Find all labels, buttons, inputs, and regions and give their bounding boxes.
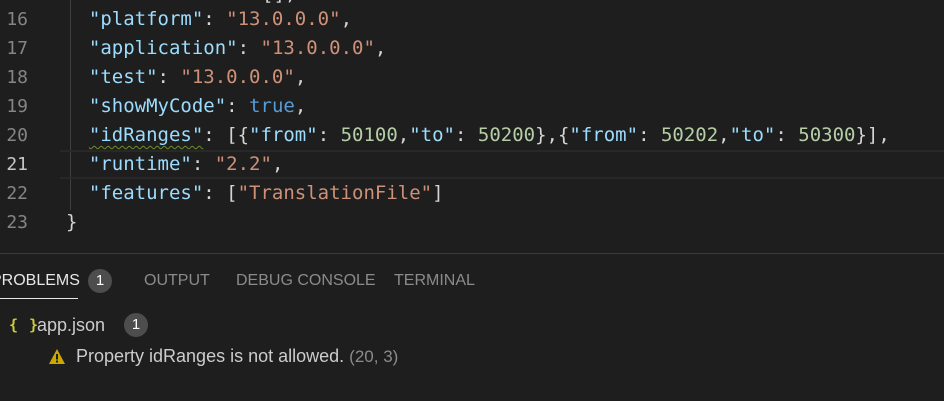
code-text: "platform": "13.0.0.0", xyxy=(66,5,352,34)
tab-output[interactable]: OUTPUT xyxy=(144,270,210,292)
line-number: 20 xyxy=(6,125,28,146)
code-text: } xyxy=(66,208,77,237)
code-token: "13.0.0.0" xyxy=(180,66,295,88)
code-token: : xyxy=(237,37,261,59)
code-token: , xyxy=(340,8,353,30)
code-token: "showMyCode" xyxy=(88,95,227,117)
code-token: "runtime" xyxy=(88,153,192,175)
code-text: "application": "13.0.0.0", xyxy=(66,34,386,63)
vscode-window: [], 16 "platform": "13.0.0.0",17 "applic… xyxy=(0,0,944,401)
code-token: } xyxy=(66,211,78,233)
code-token: : [ xyxy=(203,182,238,204)
problem-file-row[interactable]: { } app.json 1 xyxy=(0,310,944,340)
code-token: "platform" xyxy=(88,8,204,30)
tab-problems[interactable]: PROBLEMS xyxy=(0,270,80,292)
code-token: "13.0.0.0" xyxy=(260,37,375,59)
code-line[interactable]: 23} xyxy=(0,208,944,237)
problem-message: Property idRanges is not allowed. xyxy=(76,346,345,366)
code-token: "application" xyxy=(88,37,238,59)
line-number: 16 xyxy=(6,9,28,30)
code-text: "runtime": "2.2", xyxy=(66,150,284,179)
code-line[interactable]: 17 "application": "13.0.0.0", xyxy=(0,34,944,63)
problem-file-name: app.json xyxy=(37,315,106,335)
code-token: "features" xyxy=(88,182,204,204)
code-text: "showMyCode": true, xyxy=(66,92,306,121)
code-token: : xyxy=(191,153,215,175)
code-token: : xyxy=(157,66,181,88)
active-tab-indicator xyxy=(0,298,78,299)
code-token: "TranslationFile" xyxy=(237,182,433,204)
code-token: "from" xyxy=(569,124,639,146)
code-token: : [{ xyxy=(203,124,250,146)
code-token: "to" xyxy=(729,124,776,146)
code-token: : xyxy=(638,124,661,146)
code-token: "to" xyxy=(409,124,455,146)
problem-location: (20, 3) xyxy=(349,347,399,366)
warning-icon xyxy=(49,349,65,364)
code-token: "13.0.0.0" xyxy=(226,8,341,30)
line-number: 22 xyxy=(6,183,28,204)
file-problem-count-badge: 1 xyxy=(124,313,148,337)
code-token: : xyxy=(775,124,799,146)
tab-debug-console[interactable]: DEBUG CONSOLE xyxy=(236,270,376,292)
code-token: },{ xyxy=(535,124,570,146)
code-token: : xyxy=(203,8,227,30)
problems-count-badge: 1 xyxy=(88,269,112,293)
code-token: , xyxy=(271,153,284,175)
line-number: 21 xyxy=(6,154,28,175)
code-token: , xyxy=(294,95,307,117)
code-line[interactable]: 19 "showMyCode": true, xyxy=(0,92,944,121)
warning-squiggle-token: "idRanges" xyxy=(88,124,204,146)
code-token: ] xyxy=(432,182,444,204)
code-token: "2.2" xyxy=(214,153,272,175)
code-token: }], xyxy=(855,124,890,146)
code-token: : xyxy=(226,95,250,117)
bottom-panel: PROBLEMS 1 OUTPUT DEBUG CONSOLE TERMINAL… xyxy=(0,253,944,401)
code-line[interactable]: 16 "platform": "13.0.0.0", xyxy=(0,5,944,34)
line-number: 18 xyxy=(6,67,28,88)
code-token: , xyxy=(397,124,410,146)
code-token: : xyxy=(317,124,341,146)
code-token: 50202 xyxy=(660,124,719,146)
code-token: , xyxy=(374,37,387,59)
code-token: 50100 xyxy=(340,124,398,146)
json-braces-icon: { } xyxy=(9,316,40,334)
code-token: 50300 xyxy=(798,124,856,146)
code-text: "idRanges": [{"from": 50100,"to": 50200}… xyxy=(66,121,890,150)
code-token: "from" xyxy=(249,124,318,146)
code-text: "test": "13.0.0.0", xyxy=(66,63,306,92)
code-text: "features": ["TranslationFile"] xyxy=(66,179,444,208)
code-token: "test" xyxy=(88,66,158,88)
problem-item[interactable]: Property idRanges is not allowed. (20, 3… xyxy=(0,341,944,371)
code-line[interactable]: 20 "idRanges": [{"from": 50100,"to": 502… xyxy=(0,121,944,150)
code-token: , xyxy=(718,124,730,146)
line-number: 17 xyxy=(6,38,28,59)
line-number: 19 xyxy=(6,96,28,117)
code-line[interactable]: 18 "test": "13.0.0.0", xyxy=(0,63,944,92)
code-editor[interactable]: [], 16 "platform": "13.0.0.0",17 "applic… xyxy=(0,0,944,253)
code-token: true xyxy=(249,95,295,117)
line-number: 23 xyxy=(6,212,28,233)
code-line[interactable]: 21 "runtime": "2.2", xyxy=(0,150,944,179)
code-token: , xyxy=(294,66,307,88)
tab-terminal[interactable]: TERMINAL xyxy=(394,270,475,292)
code-token: : xyxy=(455,124,478,146)
code-line[interactable]: 22 "features": ["TranslationFile"] xyxy=(0,179,944,208)
code-token: 50200 xyxy=(477,124,536,146)
